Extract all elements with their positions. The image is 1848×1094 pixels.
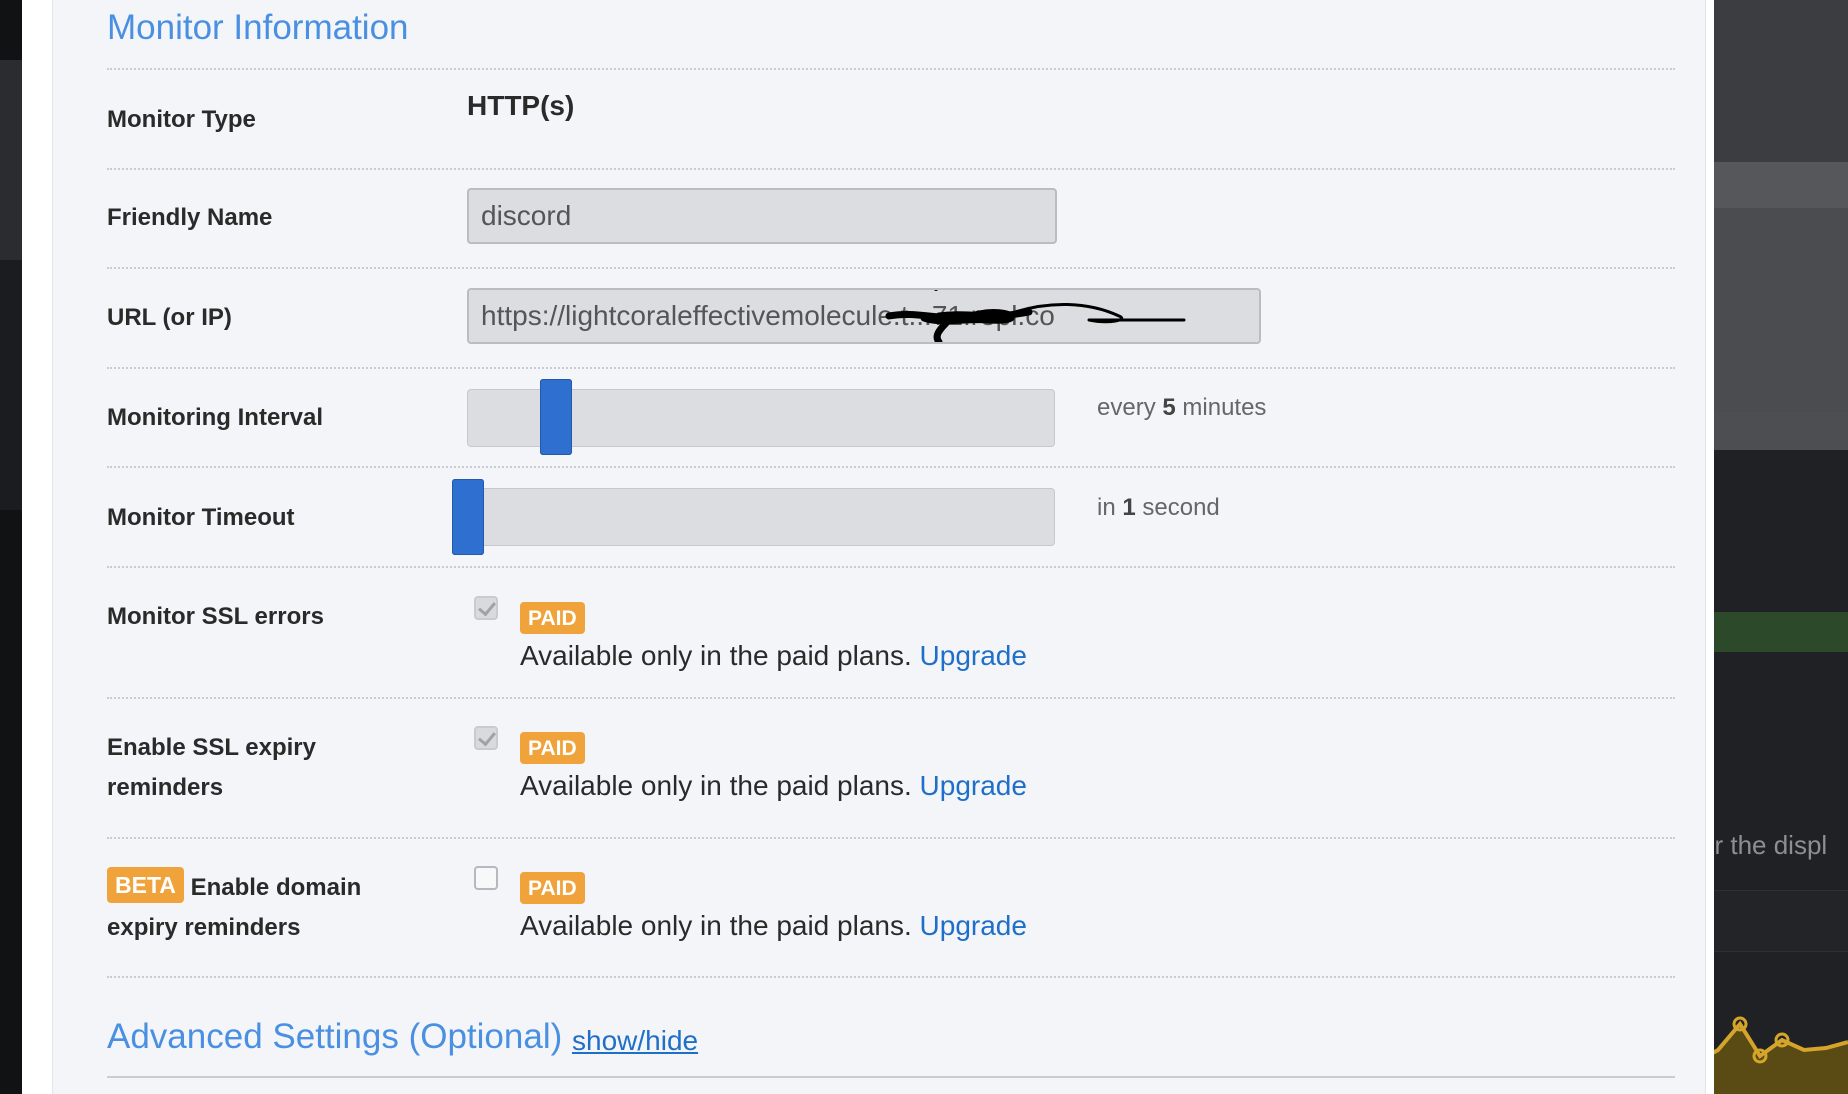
divider — [107, 566, 1675, 568]
paid-notice: Available only in the paid plans. Upgrad… — [520, 770, 1027, 801]
advanced-show-hide-link[interactable]: show/hide — [572, 1025, 698, 1057]
background-text: or the displ — [1700, 830, 1828, 860]
divider — [107, 68, 1675, 70]
paid-notice: Available only in the paid plans. Upgrad… — [520, 910, 1027, 941]
background-row — [1700, 890, 1848, 952]
paid-badge: PAID — [520, 732, 585, 764]
monitoring-interval-slider-handle[interactable] — [540, 379, 572, 455]
background-strip — [1700, 162, 1848, 208]
background-status-bar — [1700, 612, 1848, 652]
background-strip — [1700, 412, 1848, 450]
ssl-expiry-label: Enable SSL expiry reminders — [107, 734, 316, 801]
monitoring-interval-hint: every 5 minutes — [1097, 394, 1267, 421]
upgrade-link[interactable]: Upgrade — [920, 770, 1027, 801]
friendly-name-label: Friendly Name — [107, 204, 273, 231]
section-title-monitor-information: Monitor Information — [107, 8, 409, 47]
url-input[interactable]: https://lightcoraleffectivemolecule.t...… — [467, 288, 1261, 344]
monitor-ssl-errors-checkbox[interactable] — [474, 596, 498, 620]
edit-monitor-modal: Monitor Information Monitor Type HTTP(s)… — [22, 0, 1714, 1094]
friendly-name-input[interactable]: discord — [467, 188, 1057, 244]
background-strip — [1700, 0, 1848, 162]
section-title-advanced-settings: Advanced Settings (Optional) — [107, 1017, 563, 1056]
divider — [107, 976, 1675, 978]
monitor-timeout-hint: in 1 second — [1097, 494, 1220, 521]
monitor-ssl-errors-label: Monitor SSL errors — [107, 603, 324, 630]
domain-expiry-label: BETA Enable domain expiry reminders — [107, 867, 361, 948]
monitor-form: Monitor Information Monitor Type HTTP(s)… — [52, 0, 1706, 1094]
upgrade-link[interactable]: Upgrade — [920, 640, 1027, 671]
paid-notice: Available only in the paid plans. Upgrad… — [520, 640, 1027, 671]
paid-badge: PAID — [520, 602, 585, 634]
monitoring-interval-label: Monitoring Interval — [107, 404, 323, 431]
left-edge — [0, 0, 22, 1094]
paid-badge: PAID — [520, 872, 585, 904]
background-chart — [1700, 1016, 1848, 1094]
redaction-scribble — [885, 290, 1186, 342]
divider — [107, 466, 1675, 468]
monitor-timeout-value: 1 — [1122, 494, 1136, 521]
divider — [107, 697, 1675, 699]
domain-expiry-checkbox[interactable] — [474, 866, 498, 890]
divider — [107, 168, 1675, 170]
upgrade-link[interactable]: Upgrade — [920, 910, 1027, 941]
monitor-type-label: Monitor Type — [107, 106, 256, 133]
beta-badge: BETA — [107, 867, 184, 903]
ssl-expiry-checkbox[interactable] — [474, 726, 498, 750]
background-dark-panel — [1700, 450, 1848, 1094]
url-label: URL (or IP) — [107, 304, 232, 331]
monitor-timeout-slider-handle[interactable] — [452, 479, 484, 555]
divider — [107, 837, 1675, 839]
monitor-timeout-label: Monitor Timeout — [107, 504, 295, 531]
monitor-type-value: HTTP(s) — [467, 90, 575, 121]
monitoring-interval-value: 5 — [1162, 394, 1176, 421]
divider — [107, 1076, 1675, 1078]
divider — [107, 367, 1675, 369]
divider — [107, 267, 1675, 269]
monitor-timeout-slider[interactable] — [467, 488, 1055, 546]
